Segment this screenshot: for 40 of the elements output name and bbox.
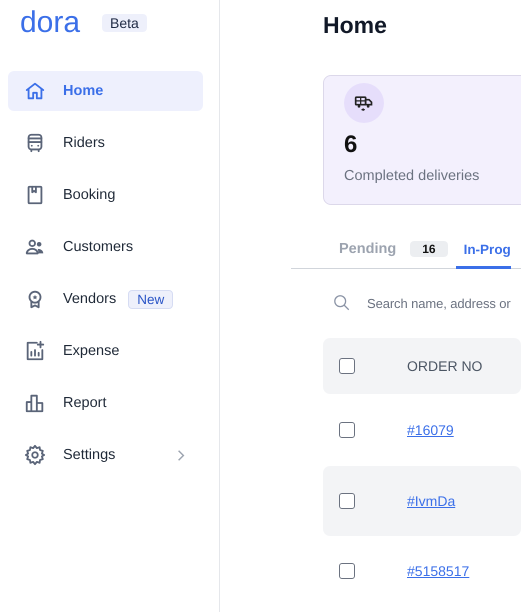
nav-label: Report bbox=[63, 395, 107, 411]
checkbox[interactable] bbox=[339, 422, 355, 438]
nav-label: Settings bbox=[63, 447, 116, 463]
nav-label: Booking bbox=[63, 187, 116, 203]
home-icon bbox=[24, 80, 46, 102]
settings-icon bbox=[24, 444, 46, 466]
nav-item[interactable]: Expense bbox=[8, 331, 203, 371]
stat-label: Completed deliveries bbox=[344, 168, 480, 184]
order-link[interactable]: #IvmDa bbox=[407, 493, 456, 509]
checkbox[interactable] bbox=[339, 358, 355, 374]
stat-value: 6 bbox=[344, 131, 358, 159]
logo: dora bbox=[20, 8, 80, 38]
tab[interactable]: Pending 16 bbox=[291, 233, 456, 269]
nav-label: Riders bbox=[63, 135, 105, 151]
page-title: Home bbox=[323, 12, 388, 39]
search-field[interactable]: Search name, address or bbox=[367, 296, 513, 310]
search-icon bbox=[333, 294, 351, 312]
nav-label: Vendors bbox=[63, 291, 116, 307]
nav-label: Expense bbox=[63, 343, 120, 359]
nav-label: Customers bbox=[63, 239, 134, 255]
nav-item[interactable]: Settings bbox=[8, 435, 203, 475]
tab[interactable]: In-Prog bbox=[456, 233, 511, 269]
chart-plus-icon bbox=[24, 340, 46, 362]
truck-icon bbox=[344, 83, 384, 123]
nav-item[interactable]: Riders bbox=[8, 123, 203, 163]
column-header: ORDER NO bbox=[407, 358, 482, 374]
nav-item[interactable]: Customers bbox=[8, 227, 203, 267]
new-badge: New bbox=[128, 290, 174, 308]
order-link[interactable]: #5158517 bbox=[407, 563, 470, 579]
beta-badge: Beta bbox=[102, 14, 147, 32]
bar-chart-icon bbox=[24, 392, 46, 414]
nav-item[interactable]: Vendors New bbox=[8, 279, 203, 319]
nav-label: Home bbox=[63, 83, 104, 99]
checkbox[interactable] bbox=[339, 563, 355, 579]
nav-item[interactable]: Home bbox=[8, 71, 203, 111]
order-link[interactable]: #16079 bbox=[407, 422, 454, 438]
count-badge: 16 bbox=[410, 241, 448, 257]
nav-item[interactable]: Report bbox=[8, 383, 203, 423]
checkbox[interactable] bbox=[339, 493, 355, 509]
nav-item[interactable]: Booking bbox=[8, 175, 203, 215]
